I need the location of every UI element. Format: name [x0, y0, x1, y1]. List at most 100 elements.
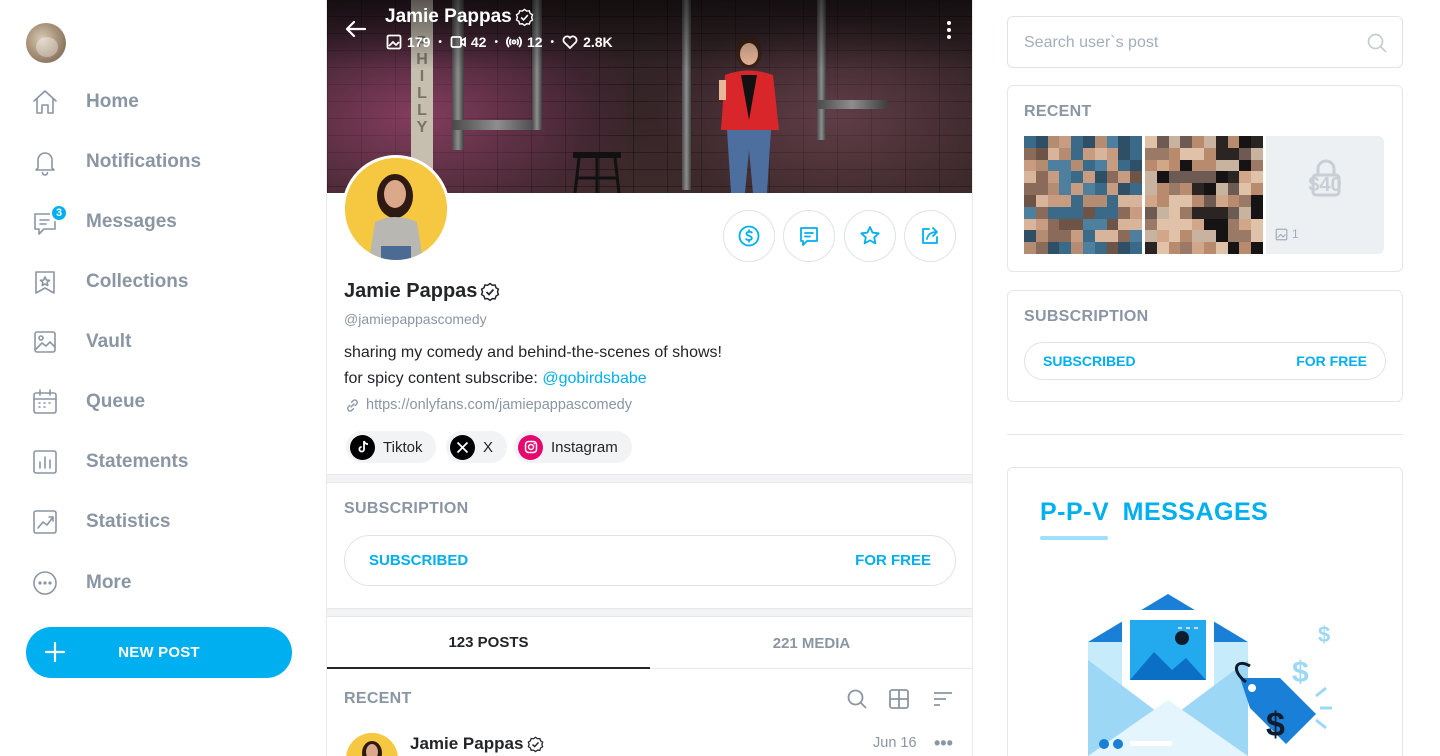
nav-statistics[interactable]: Statistics — [30, 502, 300, 542]
pixel-block — [1059, 206, 1072, 219]
social-tiktok[interactable]: Tiktok — [346, 431, 437, 463]
pixel-block — [1168, 136, 1181, 148]
tip-button[interactable] — [723, 210, 775, 262]
new-post-button[interactable]: NEW POST — [26, 627, 292, 678]
pixel-block — [1156, 171, 1169, 184]
search-icon[interactable] — [1366, 32, 1388, 54]
search-posts — [1007, 16, 1403, 68]
pixel-block — [1083, 136, 1095, 148]
subscribed-button[interactable]: SUBSCRIBED FOR FREE — [344, 535, 956, 586]
pixel-block — [1251, 136, 1263, 148]
pixel-block — [1071, 171, 1083, 184]
pixel-block — [1239, 171, 1252, 184]
ppv-title: P-P-V MESSAGES — [1040, 498, 1269, 526]
pixel-block — [1192, 230, 1204, 243]
pixel-block — [1156, 136, 1169, 148]
pixel-block — [1156, 147, 1169, 160]
ppv-underline — [1040, 536, 1108, 540]
social-x[interactable]: X — [446, 431, 508, 463]
user-avatar[interactable] — [26, 23, 66, 63]
pixel-block — [1145, 183, 1157, 195]
feed-grid-button[interactable] — [887, 687, 911, 711]
pixel-block — [1130, 242, 1142, 254]
stat-photos: 179 — [386, 34, 430, 50]
pixel-block — [1204, 242, 1216, 254]
pixel-block — [1239, 230, 1252, 243]
tab-posts[interactable]: 123 POSTS — [327, 617, 650, 669]
feed-search-button[interactable] — [845, 687, 869, 711]
pixel-block — [1106, 136, 1119, 148]
stat-separator: • — [550, 36, 555, 48]
nav-label: Home — [86, 91, 139, 112]
profile-avatar[interactable] — [342, 155, 450, 263]
pixel-block — [1047, 218, 1060, 231]
feed-sort-button[interactable] — [931, 687, 955, 711]
recent-thumb[interactable] — [1145, 136, 1263, 254]
bio-mention-link[interactable]: @gobirdsbabe — [542, 370, 646, 387]
profile-link[interactable]: https://onlyfans.com/jamiepappascomedy — [345, 397, 632, 413]
nav-vault[interactable]: Vault — [30, 322, 300, 362]
pixel-block — [1168, 230, 1181, 243]
nav-notifications[interactable]: Notifications — [30, 142, 300, 182]
post-author[interactable]: Jamie Pappas — [410, 734, 544, 754]
locked-media-thumb[interactable]: $40 1 — [1266, 136, 1384, 254]
subscribed-button-right[interactable]: SUBSCRIBED FOR FREE — [1024, 342, 1386, 380]
pixel-block — [1130, 171, 1142, 184]
pixel-block — [1071, 242, 1083, 254]
pixel-block — [1035, 242, 1048, 254]
social-instagram[interactable]: Instagram — [514, 431, 632, 463]
post-author-avatar[interactable] — [346, 733, 398, 756]
pixel-block — [1215, 147, 1228, 160]
pixel-block — [1083, 147, 1095, 160]
nav-collections[interactable]: Collections — [30, 262, 300, 302]
favorite-button[interactable] — [844, 210, 896, 262]
right-divider — [1007, 434, 1403, 435]
pixel-block — [1168, 206, 1181, 219]
subscribed-price-right: FOR FREE — [1296, 353, 1367, 369]
pixel-block — [1251, 195, 1263, 207]
pixel-block — [1180, 206, 1193, 219]
pixel-block — [1035, 230, 1048, 243]
nav-queue[interactable]: Queue — [30, 382, 300, 422]
more-vertical-icon[interactable] — [937, 18, 961, 42]
pixel-block — [1145, 195, 1157, 207]
stat-videos: 42 — [450, 34, 486, 50]
pixel-block — [1094, 171, 1107, 184]
svg-text:$: $ — [1318, 622, 1330, 647]
pixel-block — [1156, 159, 1169, 172]
cover-stats: 179 • 42 • 12 • 2.8K — [386, 34, 613, 50]
nav-messages[interactable]: 3 Messages — [30, 202, 300, 242]
pixel-block — [1239, 159, 1252, 172]
subscription-title: SUBSCRIPTION — [344, 500, 469, 517]
nav-more[interactable]: More — [30, 563, 300, 603]
pixel-block — [1071, 183, 1083, 195]
pixel-block — [1145, 136, 1157, 148]
pixel-block — [1024, 159, 1036, 172]
link-icon — [347, 398, 358, 412]
tab-media[interactable]: 221 MEDIA — [650, 617, 972, 669]
pixel-block — [1106, 195, 1119, 207]
pixel-block — [1180, 171, 1193, 184]
pixel-block — [1251, 183, 1263, 195]
pixel-block — [1204, 183, 1216, 195]
nav-home[interactable]: Home — [30, 82, 300, 122]
pixel-block — [1059, 242, 1072, 254]
search-posts-input[interactable] — [1024, 29, 1354, 57]
profile-column: PHILLY Jamie Pappas 179 • 42 • 12 • 2.8K… — [326, 0, 973, 756]
message-button[interactable] — [783, 210, 835, 262]
post-more-button[interactable]: ••• — [934, 733, 953, 754]
pixel-block — [1118, 171, 1131, 184]
recent-thumb[interactable] — [1024, 136, 1142, 254]
line-chart-icon — [33, 510, 57, 534]
pixel-block — [1071, 206, 1083, 219]
pixel-block — [1130, 206, 1142, 219]
cover-pipe — [817, 100, 887, 109]
verified-icon — [528, 735, 544, 752]
pixel-block — [1192, 218, 1204, 231]
share-button[interactable] — [904, 210, 956, 262]
recent-media-title: RECENT — [1024, 103, 1092, 120]
pixel-block — [1215, 171, 1228, 184]
pixel-block — [1168, 147, 1181, 160]
nav-statements[interactable]: Statements — [30, 442, 300, 482]
back-arrow-icon[interactable] — [343, 16, 369, 42]
